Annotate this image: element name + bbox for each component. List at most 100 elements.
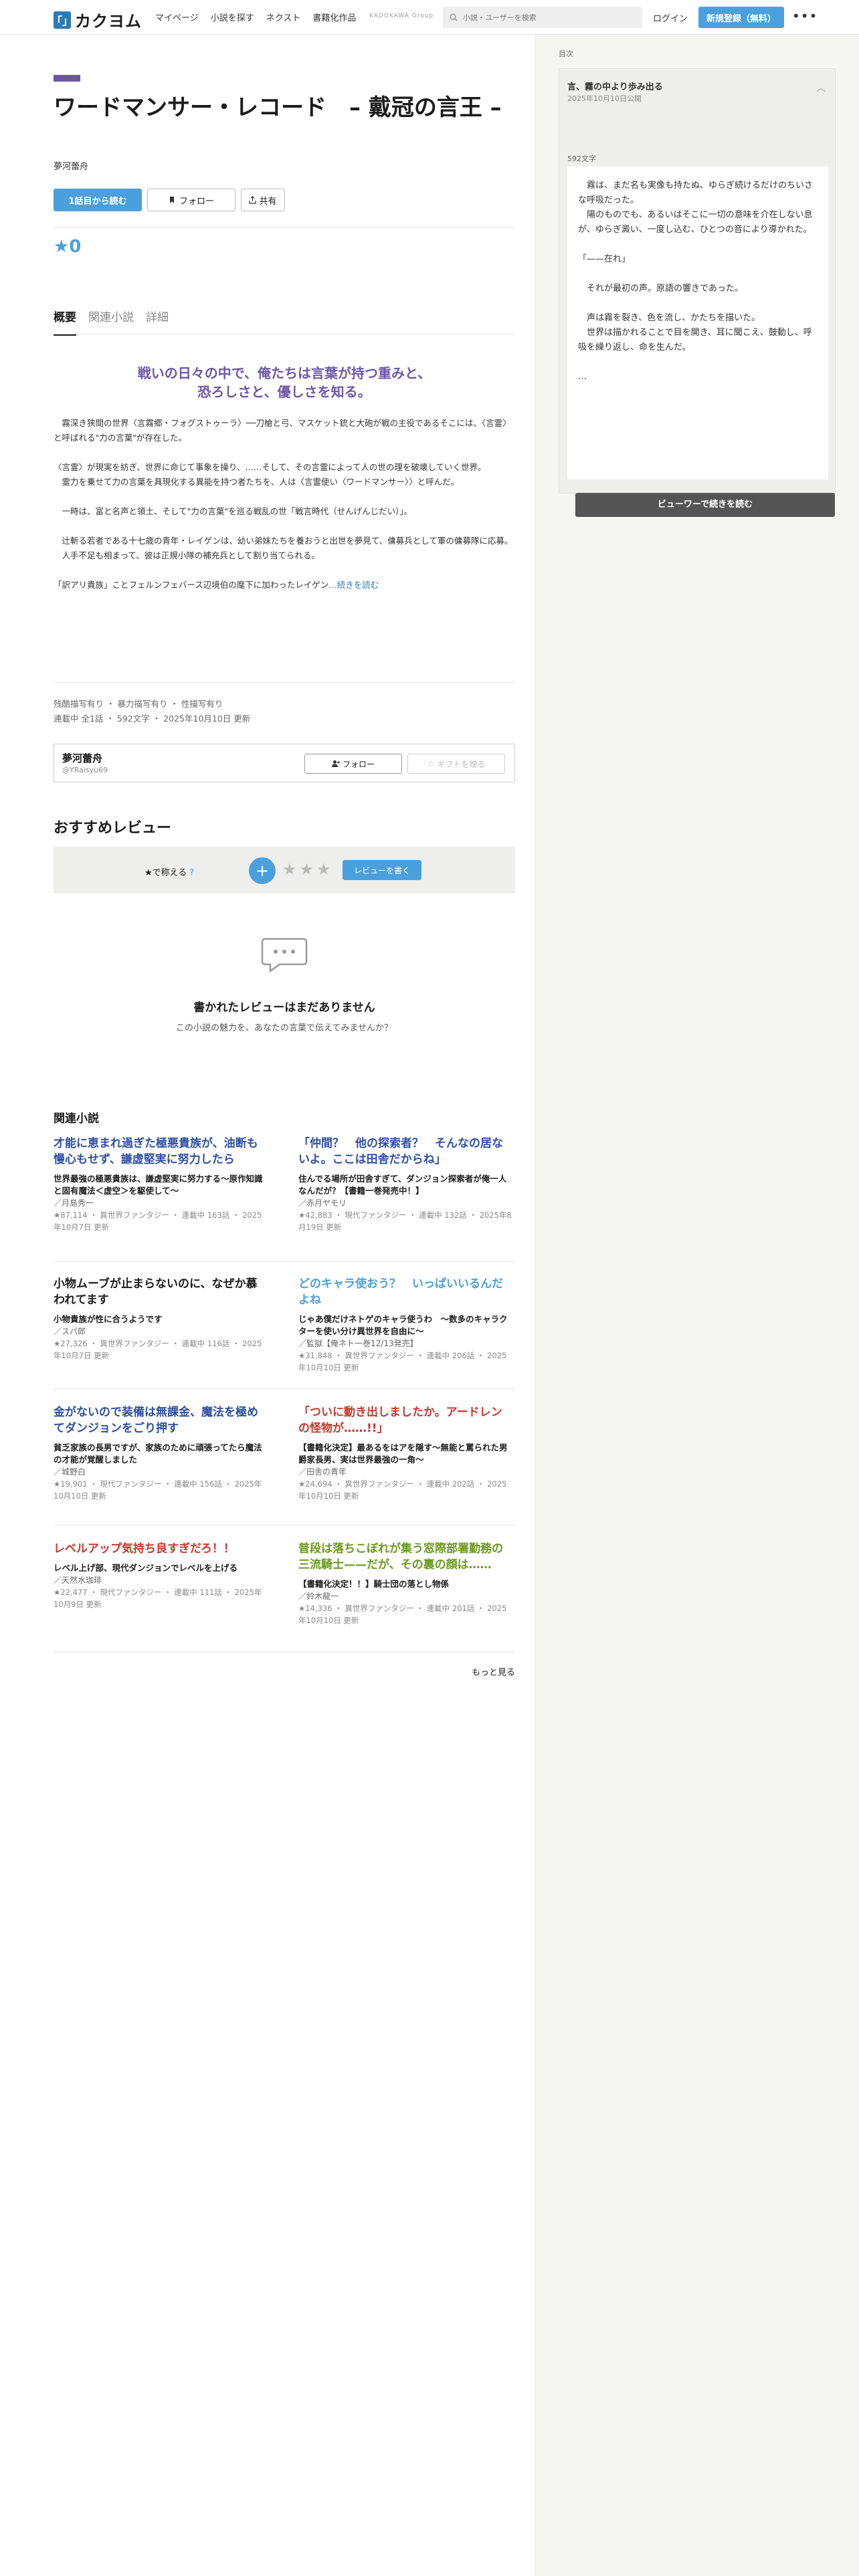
kadokawa-group-label[interactable]: KADOKAWA Group (369, 13, 434, 19)
related-title: 【書籍化決定！！】騎士団の落とし物係 (298, 1579, 450, 1589)
site-header: 「」 カクヨム マイページ 小説を探す ネクスト 書籍化作品 KADOKAWA … (0, 0, 859, 35)
author-box-name[interactable]: 夢河蕾舟 (62, 751, 102, 765)
read-first-episode-button[interactable]: 1話目から読む (54, 189, 142, 211)
star-rating-input[interactable]: ★★★ (282, 860, 334, 879)
related-author: ／監獄【俺ネト一巻12/13発売】 (298, 1339, 418, 1348)
related-title: じゃあ僕だけネトゲのキャラ使うわ 〜数多のキャラクターを使い分け異世界を自由に〜 (298, 1314, 508, 1336)
related-work[interactable]: 「仲間？ 他の探索者？ そんなの居ないよ。ここは田舎だからね」 住んでる場所が田… (298, 1136, 512, 1233)
divider (54, 1388, 515, 1389)
read-in-viewer-button[interactable]: ビューワーで続きを読む (575, 493, 835, 517)
related-catch: 金がないので装備は無課金、魔法を極めてダンジョンをごり押す (54, 1406, 258, 1435)
related-author: ／鈴木龍一 (298, 1592, 339, 1601)
divider (54, 227, 515, 228)
author-box: 夢河蕾舟 @YRaisyu69 フォロー ☆ ギフトを贈る (54, 744, 515, 782)
share-button[interactable]: 共有 (241, 189, 285, 211)
star-count: ★0 (54, 237, 82, 257)
intro-paragraph-last: 「訳アリ貴族」ことフェルンフェバース辺境伯の麾下に加わったレイゲン…続きを読む (54, 578, 515, 593)
signup-button[interactable]: 新規登録（無料） (698, 7, 784, 28)
search-box[interactable] (443, 7, 642, 28)
tab-related[interactable]: 関連小説 (88, 308, 134, 336)
author-box-id: @YRaisyu69 (62, 766, 108, 774)
nav-search-novels[interactable]: 小説を探す (211, 11, 254, 23)
episode-title[interactable]: 言、霧の中より歩み出る (567, 80, 663, 92)
add-star-button[interactable]: + (249, 857, 276, 884)
related-work[interactable]: 金がないので装備は無課金、魔法を極めてダンジョンをごり押す 貧乏家族の長男ですが… (54, 1404, 268, 1502)
nav-published[interactable]: 書籍化作品 (312, 11, 356, 23)
tab-details[interactable]: 詳細 (146, 308, 169, 336)
toc-label: 目次 (559, 49, 573, 58)
related-meta: ★87,114 ・ 異世界ファンタジー ・ 連載中 163話 ・ 2025年10… (54, 1210, 262, 1232)
work-author[interactable]: 夢河蕾舟 (54, 159, 88, 172)
episode-length: 592文字 (567, 154, 596, 163)
related-title: 世界最強の極悪貴族は、謙虚堅実に努力する〜原作知識と固有魔法＜虚空＞を駆使して〜 (54, 1174, 263, 1196)
help-icon[interactable]: ? (189, 868, 194, 878)
related-work[interactable]: 小物ムーブが止まらないのに、なぜか慕われてます 小物貴族が性に合うようです ／ス… (54, 1276, 268, 1362)
related-title: 貧乏家族の長男ですが、家族のために頑張ってたら魔法の才能が覚醒しました (54, 1442, 262, 1465)
divider (54, 1261, 515, 1262)
main-nav: マイページ 小説を探す ネクスト 書籍化作品 (155, 11, 356, 23)
related-meta: ★22,477 ・ 現代ファンタジー ・ 連載中 111話 ・ 2025年10月… (54, 1588, 262, 1609)
related-author: ／天然水珈琲 (54, 1576, 102, 1585)
episode-preview-text: 霧は、まだ名も実像も持たぬ、ゆらぎ続けるだけのちいさな呼吸だった。 陽のものでも… (567, 167, 835, 517)
related-meta: ★27,326 ・ 異世界ファンタジー ・ 連載中 116話 ・ 2025年10… (54, 1339, 262, 1360)
user-plus-icon (331, 760, 340, 767)
login-link[interactable]: ログイン (653, 11, 688, 24)
related-work[interactable]: 普段は落ちこぼれが集う窓際部署勤務の三流騎士——だが、その裏の顔は…… 【書籍化… (298, 1541, 512, 1626)
logo-text: カクヨム (75, 12, 142, 31)
related-catch: 「ついに動き出しましたか。アードレンの怪物が……!!」 (298, 1406, 502, 1435)
gift-icon: ☆ (427, 759, 435, 768)
intro-paragraph: 一時は、富と名声と領土、そして"力の言葉"を巡る戦乱の世「戦言時代（せんげんじだ… (54, 506, 413, 516)
episode-preview-card: 言、霧の中より歩み出る 2025年10月10日公開 ︿ 592文字 霧は、まだ名… (559, 68, 836, 517)
site-logo[interactable]: 「」 カクヨム (52, 8, 142, 31)
intro-paragraph: 霧深き狭間の世界〈言霧郷・フォグストゥーラ〉──刀槍と弓、マスケット銃と大砲が戦… (54, 418, 511, 443)
logo-mark: 「」 (52, 11, 73, 29)
genre-color-bar (54, 75, 80, 82)
follow-work-button[interactable]: フォロー (147, 189, 235, 211)
read-more-link[interactable]: …続きを読む (328, 580, 379, 590)
work-meta: 連載中 全1話 ・ 592文字 ・ 2025年10月10日 更新 (54, 714, 251, 724)
no-reviews-title: 書かれたレビューはまだありません (193, 1001, 375, 1014)
follow-author-button[interactable]: フォロー (304, 754, 402, 774)
preview-paragraph: 霧は、まだ名も実像も持たぬ、ゆらぎ続けるだけのちいさな呼吸だった。 陽のものでも… (578, 181, 814, 235)
preview-paragraph: 声は霧を裂き、色を流し、かたちを描いた。 世界は描かれることで目を開き、耳に聞こ… (578, 313, 812, 352)
related-catch: どのキャラ使おう？ いっぱいいるんだよね (298, 1277, 503, 1307)
related-work[interactable]: レベルアップ気持ち良すぎだろ！！ レベル上げ部、現代ダンジョンでレベルを上げる … (54, 1541, 268, 1610)
write-review-button[interactable]: レビューを書く (343, 860, 421, 880)
no-reviews-subtitle: この小説の魅力を、あなたの言葉で伝えてみませんか？ (176, 1023, 393, 1033)
intro-paragraph: 辻斬る若者である十七歳の青年・レイゲンは、幼い弟妹たちを養おうと出世を夢見て、傭… (62, 536, 513, 560)
more-menu-icon[interactable]: ••• (792, 8, 818, 24)
related-author: ／月島秀一 (54, 1198, 94, 1208)
related-work[interactable]: どのキャラ使おう？ いっぱいいるんだよね じゃあ僕だけネトゲのキャラ使うわ 〜数… (298, 1276, 512, 1374)
related-heading: 関連小説 (54, 1112, 99, 1125)
related-meta: ★24,694 ・ 異世界ファンタジー ・ 連載中 202話 ・ 2025年10… (298, 1479, 507, 1501)
chevron-up-icon[interactable]: ︿ (816, 81, 826, 94)
see-more-related-link[interactable]: もっと見る (435, 1665, 515, 1678)
related-title: 住んでる場所が田舎すぎて、ダンジョン探索者が俺一人なんだが？【書籍一巻発売中！】 (298, 1174, 507, 1196)
gift-label: ギフトを贈る (437, 759, 486, 769)
content-tags: 残酷描写有り ・ 暴力描写有り ・ 性描写有り 連載中 全1話 ・ 592文字 … (54, 697, 250, 726)
preview-paragraph: 「——在れ」 (578, 254, 631, 264)
related-title: 【書籍化決定】最あるをはアを隠す〜無能と罵られた男爵家長男、実は世界最強の一角〜 (298, 1442, 508, 1465)
related-meta: ★14,336 ・ 異世界ファンタジー ・ 連載中 201話 ・ 2025年10… (298, 1604, 507, 1625)
related-author: ／城野白 (54, 1467, 86, 1477)
related-work[interactable]: 才能に恵まれ過ぎた極悪貴族が、油断も慢心もせず、謙虚堅実に努力したら 世界最強の… (54, 1136, 268, 1233)
bookmark-plus-icon (169, 197, 174, 203)
tab-overview[interactable]: 概要 (54, 308, 76, 336)
send-gift-button[interactable]: ☆ ギフトを贈る (407, 754, 505, 774)
nav-next[interactable]: ネクスト (266, 11, 301, 23)
work-title: ワードマンサー・レコード – 戴冠の言王 – (54, 94, 502, 121)
divider (54, 682, 515, 683)
related-meta: ★42,883 ・ 現代ファンタジー ・ 連載中 132話 ・ 2025年8月1… (298, 1210, 512, 1232)
nav-mypage[interactable]: マイページ (155, 11, 199, 23)
preview-ellipsis: … (578, 372, 587, 382)
reviews-heading: おすすめレビュー (54, 820, 172, 837)
follow-author-label: フォロー (342, 759, 375, 769)
related-catch: 小物ムーブが止まらないのに、なぜか慕われてます (54, 1277, 258, 1307)
share-label: 共有 (259, 196, 277, 207)
search-input[interactable] (463, 13, 624, 22)
related-work[interactable]: 「ついに動き出しましたか。アードレンの怪物が……!!」 【書籍化決定】最あるをは… (298, 1404, 512, 1502)
related-catch: 才能に恵まれ過ぎた極悪貴族が、油断も慢心もせず、謙虚堅実に努力したら (54, 1137, 258, 1166)
review-rating-bar: ★で称える ? + ★★★ レビューを書く (54, 847, 515, 893)
related-meta: ★31,848 ・ 異世界ファンタジー ・ 連載中 206話 ・ 2025年10… (298, 1351, 507, 1372)
work-tabs: 概要 関連小説 詳細 (54, 308, 169, 336)
